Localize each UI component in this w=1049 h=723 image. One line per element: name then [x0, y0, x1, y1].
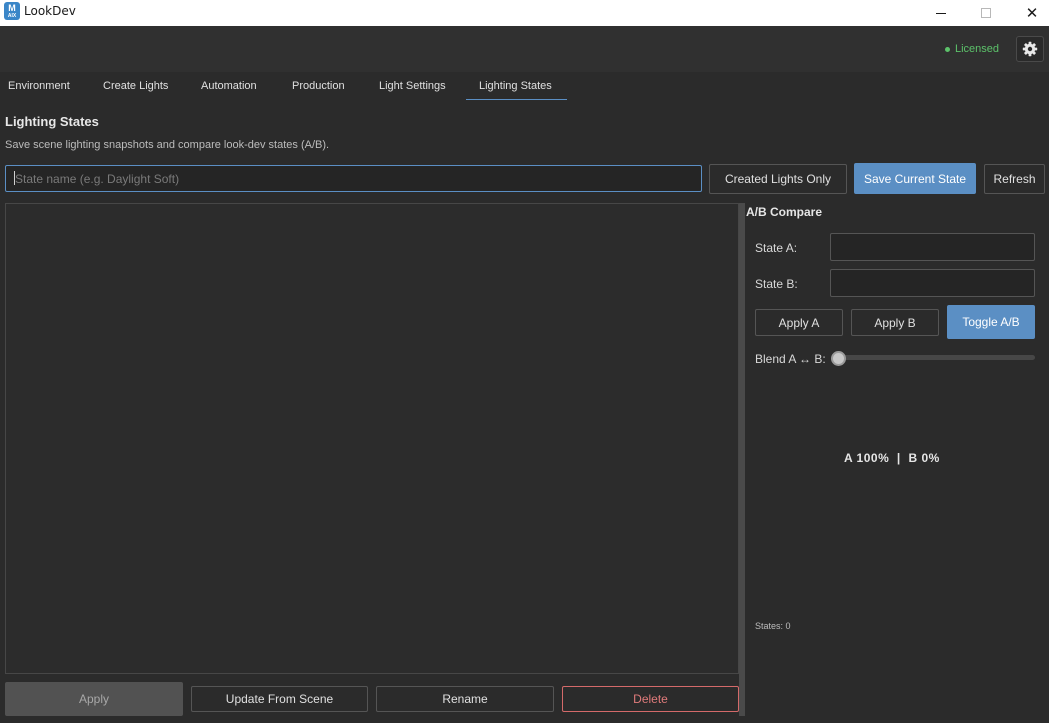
tab-bar: Environment Create Lights Automation Pro…	[0, 72, 1049, 102]
minimize-button[interactable]	[918, 0, 964, 26]
state-name-input[interactable]	[5, 165, 702, 192]
section-description: Save scene lighting snapshots and compar…	[5, 139, 330, 151]
tab-lighting-states[interactable]: Lighting States	[479, 80, 552, 92]
text-caret	[14, 171, 15, 185]
close-button[interactable]: ✕	[1009, 0, 1049, 26]
blend-label: Blend A ↔ B:	[755, 352, 826, 366]
save-current-state-button[interactable]: Save Current State	[854, 163, 976, 194]
state-a-label: State A:	[755, 241, 798, 255]
gear-icon	[1022, 41, 1038, 57]
app-logo-icon: M AIX	[4, 2, 20, 20]
update-from-scene-button[interactable]: Update From Scene	[191, 686, 368, 712]
apply-b-button[interactable]: Apply B	[851, 309, 939, 336]
minimize-icon	[936, 12, 946, 14]
window-title: LookDev	[24, 4, 76, 18]
ab-compare-title: A/B Compare	[746, 205, 823, 219]
delete-button[interactable]: Delete	[562, 686, 739, 712]
tab-environment[interactable]: Environment	[8, 80, 70, 92]
tab-automation[interactable]: Automation	[201, 80, 257, 92]
rename-button[interactable]: Rename	[376, 686, 554, 712]
created-lights-only-toggle[interactable]: Created Lights Only	[709, 164, 847, 194]
toggle-ab-button[interactable]: Toggle A/B	[947, 305, 1035, 339]
states-count: States: 0	[755, 621, 791, 631]
tab-production[interactable]: Production	[292, 80, 345, 92]
status-dot-icon	[945, 46, 950, 52]
close-icon: ✕	[1025, 4, 1039, 22]
blend-readout: A 100% | B 0%	[844, 451, 940, 465]
states-list[interactable]	[5, 203, 739, 674]
tab-create-lights[interactable]: Create Lights	[103, 80, 168, 92]
header-bar: Licensed	[0, 26, 1049, 72]
blend-slider-handle[interactable]	[831, 351, 846, 366]
refresh-button[interactable]: Refresh	[984, 164, 1045, 194]
license-status: Licensed	[945, 43, 999, 55]
state-b-field[interactable]	[830, 269, 1035, 297]
section-title: Lighting States	[5, 114, 99, 129]
title-bar: M AIX LookDev ✕	[0, 0, 1049, 26]
maximize-icon	[981, 8, 991, 18]
settings-button[interactable]	[1016, 36, 1044, 62]
active-tab-indicator	[466, 99, 567, 100]
panel-splitter[interactable]	[739, 203, 745, 716]
apply-a-button[interactable]: Apply A	[755, 309, 843, 336]
state-b-label: State B:	[755, 277, 798, 291]
state-a-field[interactable]	[830, 233, 1035, 261]
maximize-button[interactable]	[963, 0, 1009, 26]
apply-button[interactable]: Apply	[5, 682, 183, 716]
tab-light-settings[interactable]: Light Settings	[379, 80, 446, 92]
blend-slider[interactable]	[832, 355, 1035, 360]
license-label: Licensed	[955, 43, 1000, 55]
